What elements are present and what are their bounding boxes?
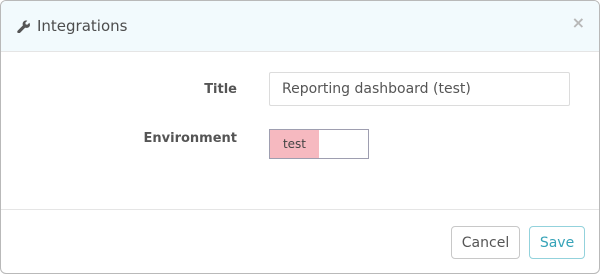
save-button[interactable]: Save — [529, 226, 585, 259]
modal-footer: Cancel Save — [1, 209, 599, 273]
environment-option-selected[interactable]: test — [270, 130, 319, 158]
modal-title-group: Integrations — [17, 17, 127, 35]
modal-body: Title Environment test — [1, 53, 599, 209]
integrations-modal: Integrations × Title Environment test Ca… — [0, 0, 600, 274]
modal-header: Integrations × — [1, 1, 599, 52]
environment-option-empty[interactable] — [319, 130, 368, 158]
modal-title: Integrations — [37, 17, 128, 35]
title-label: Title — [204, 82, 237, 97]
environment-toggle[interactable]: test — [269, 129, 369, 159]
environment-label: Environment — [143, 131, 238, 146]
wrench-icon — [17, 19, 30, 33]
cancel-button[interactable]: Cancel — [451, 226, 520, 259]
title-input[interactable] — [269, 72, 570, 106]
close-icon[interactable]: × — [572, 15, 585, 31]
